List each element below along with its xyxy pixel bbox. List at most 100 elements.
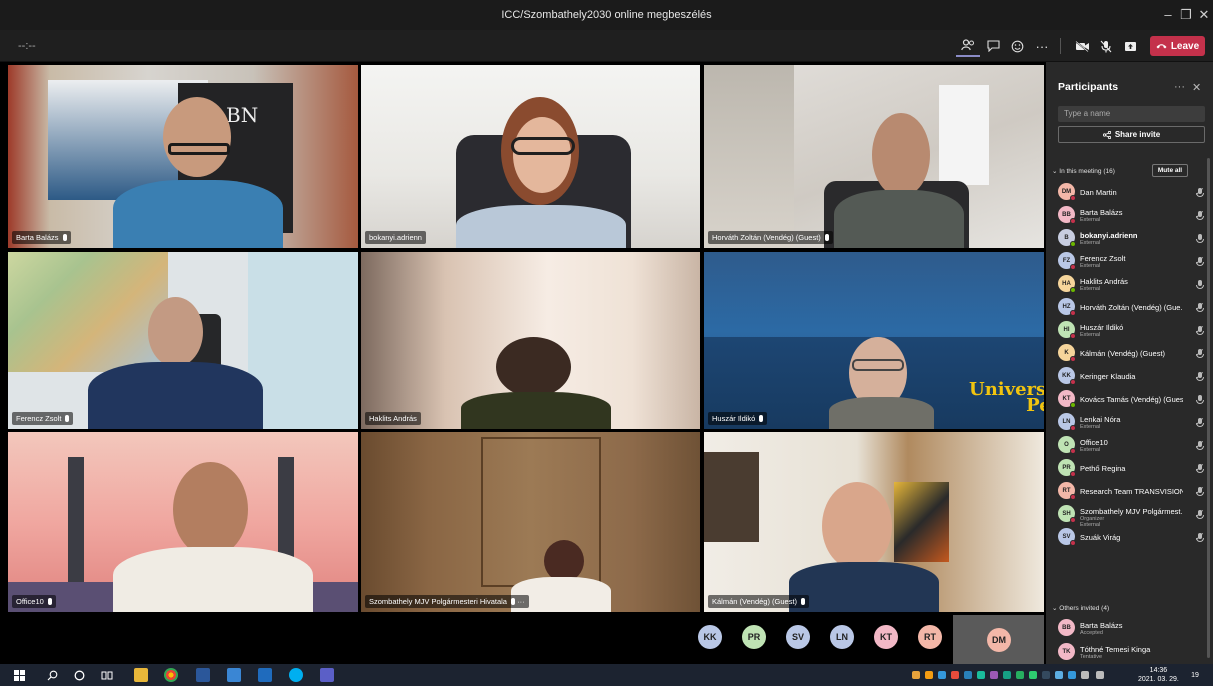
minimize-button[interactable]: –: [1158, 7, 1178, 22]
word-icon[interactable]: [196, 668, 210, 682]
self-video-tile[interactable]: DM: [953, 615, 1044, 664]
participant-row[interactable]: KK Keringer Klaudia: [1058, 366, 1208, 388]
avatar[interactable]: RT: [918, 625, 942, 649]
tray-icon[interactable]: [964, 671, 972, 679]
tray-icon[interactable]: [1016, 671, 1024, 679]
participant-name: Ferencz Zsolt: [1080, 254, 1126, 263]
others-invited-section-header[interactable]: ⌄ Others invited (4): [1052, 604, 1109, 612]
taskbar-clock[interactable]: 14:36 2021. 03. 29.: [1138, 666, 1179, 684]
tray-icon[interactable]: [938, 671, 946, 679]
video-tile[interactable]: Haklits András: [361, 252, 700, 429]
notification-center-button[interactable]: 19: [1188, 668, 1202, 682]
tray-icon[interactable]: [1055, 671, 1063, 679]
participant-row[interactable]: HZ Horváth Zoltán (Vendég) (Gue...: [1058, 297, 1208, 319]
avatar-initials: KK: [1062, 372, 1071, 379]
tray-icon[interactable]: [1029, 671, 1037, 679]
task-view-button[interactable]: [100, 668, 114, 682]
participant-row[interactable]: KT Kovács Tamás (Vendég) (Guest): [1058, 389, 1208, 411]
person-head: [872, 113, 930, 197]
video-tile[interactable]: bokanyi.adrienn: [361, 65, 700, 248]
video-tile[interactable]: Horváth Zoltán (Vendég) (Guest): [704, 65, 1044, 248]
participant-role: External: [1080, 332, 1101, 338]
in-meeting-section-header[interactable]: ⌄ In this meeting (16): [1052, 167, 1115, 175]
chat-button[interactable]: [981, 35, 1005, 57]
mic-toggle-button[interactable]: [1094, 35, 1118, 57]
person-head: [173, 462, 248, 557]
presence-dot: [1070, 540, 1076, 546]
app-icon[interactable]: [227, 668, 241, 682]
tray-icon[interactable]: [951, 671, 959, 679]
participant-row[interactable]: HA Haklits András External: [1058, 274, 1208, 296]
volume-icon[interactable]: [1096, 671, 1104, 679]
video-tile[interactable]: Office10: [8, 432, 358, 612]
network-icon[interactable]: [1081, 671, 1089, 679]
share-invite-button[interactable]: Share invite: [1058, 126, 1205, 143]
presence-dot: [1070, 356, 1076, 362]
more-actions-button[interactable]: ···: [1030, 35, 1054, 57]
outlook-icon[interactable]: [258, 668, 272, 682]
participant-row[interactable]: LN Lenkai Nóra External: [1058, 412, 1208, 434]
cortana-button[interactable]: [72, 668, 86, 682]
video-tile[interactable]: University Pécs Huszár Ildikó: [704, 252, 1044, 429]
mic-icon: [824, 234, 829, 241]
restore-button[interactable]: ❐: [1176, 7, 1196, 23]
file-explorer-icon[interactable]: [134, 668, 148, 682]
participant-row[interactable]: SH Szombathely MJV Polgármest... Organizer…: [1058, 504, 1208, 528]
skype-icon[interactable]: [289, 668, 303, 682]
avatar: HI: [1058, 321, 1076, 339]
video-tile[interactable]: BN Barta Balázs: [8, 65, 358, 248]
participant-name: Pethő Regina: [1080, 464, 1126, 473]
camera-toggle-button[interactable]: [1070, 35, 1094, 57]
avatar[interactable]: LN: [830, 625, 854, 649]
avatar[interactable]: SV: [786, 625, 810, 649]
participant-row[interactable]: FZ Ferencz Zsolt External: [1058, 251, 1208, 273]
panel-more-button[interactable]: ···: [1174, 81, 1185, 93]
participant-search-input[interactable]: Type a name: [1058, 106, 1205, 122]
reactions-button[interactable]: [1005, 35, 1029, 57]
tray-icon[interactable]: [1042, 671, 1050, 679]
participant-row[interactable]: BB Barta Balázs External: [1058, 205, 1208, 227]
participant-row[interactable]: RT Research Team TRANSVISION...: [1058, 481, 1208, 503]
invited-row[interactable]: BB Barta Balázs Accepted: [1058, 618, 1208, 640]
show-participants-button[interactable]: [956, 35, 980, 57]
avatar-initials: PR: [747, 632, 761, 642]
participant-row[interactable]: PR Pethő Regina: [1058, 458, 1208, 480]
participant-row[interactable]: Bbokanyi.adrienn External: [1058, 228, 1208, 250]
invited-row[interactable]: TK Tóthné Temesi Kinga Tentative: [1058, 642, 1208, 664]
panel-scrollbar[interactable]: [1207, 158, 1210, 658]
tray-icon[interactable]: [990, 671, 998, 679]
tile-more-button[interactable]: ···: [517, 597, 525, 606]
leave-button[interactable]: Leave: [1150, 36, 1205, 56]
close-window-button[interactable]: ✕: [1194, 7, 1213, 23]
video-tile[interactable]: Kálmán (Vendég) (Guest): [704, 432, 1044, 612]
tray-icon[interactable]: [912, 671, 920, 679]
mute-all-button[interactable]: Mute all: [1152, 164, 1188, 177]
video-tile[interactable]: Ferencz Zsolt: [8, 252, 358, 429]
avatar: LN: [1058, 413, 1076, 431]
meeting-timer: --:--: [18, 40, 36, 52]
avatar[interactable]: KT: [874, 625, 898, 649]
participant-row[interactable]: O Office10 External: [1058, 435, 1208, 457]
participant-row[interactable]: DM Dan Martin: [1058, 182, 1208, 204]
notification-badge: 19: [1191, 671, 1199, 679]
teams-icon[interactable]: [320, 668, 334, 682]
participant-name: Szombathely MJV Polgármest...: [1080, 507, 1183, 516]
participant-row[interactable]: SV Szuák Virág: [1058, 527, 1208, 549]
windows-start-button[interactable]: [12, 668, 26, 682]
chrome-icon[interactable]: [164, 668, 178, 682]
share-content-button[interactable]: [1118, 35, 1142, 57]
participant-name: Kálmán (Vendég) (Guest): [712, 597, 798, 606]
avatar[interactable]: KK: [698, 625, 722, 649]
participant-row[interactable]: HI Huszár Ildikó External: [1058, 320, 1208, 342]
tray-icon[interactable]: [977, 671, 985, 679]
tray-icon[interactable]: [1068, 671, 1076, 679]
avatar[interactable]: PR: [742, 625, 766, 649]
tray-icon[interactable]: [1003, 671, 1011, 679]
participant-row[interactable]: K Kálmán (Vendég) (Guest): [1058, 343, 1208, 365]
panel-close-button[interactable]: ✕: [1192, 81, 1201, 94]
video-tile[interactable]: Szombathely MJV Polgármesteri Hivatala ·…: [361, 432, 700, 612]
tile-name-label: Huszár Ildikó: [708, 412, 768, 425]
tray-icon[interactable]: [925, 671, 933, 679]
avatar-initials: BB: [1062, 624, 1071, 631]
search-button[interactable]: [45, 668, 59, 682]
